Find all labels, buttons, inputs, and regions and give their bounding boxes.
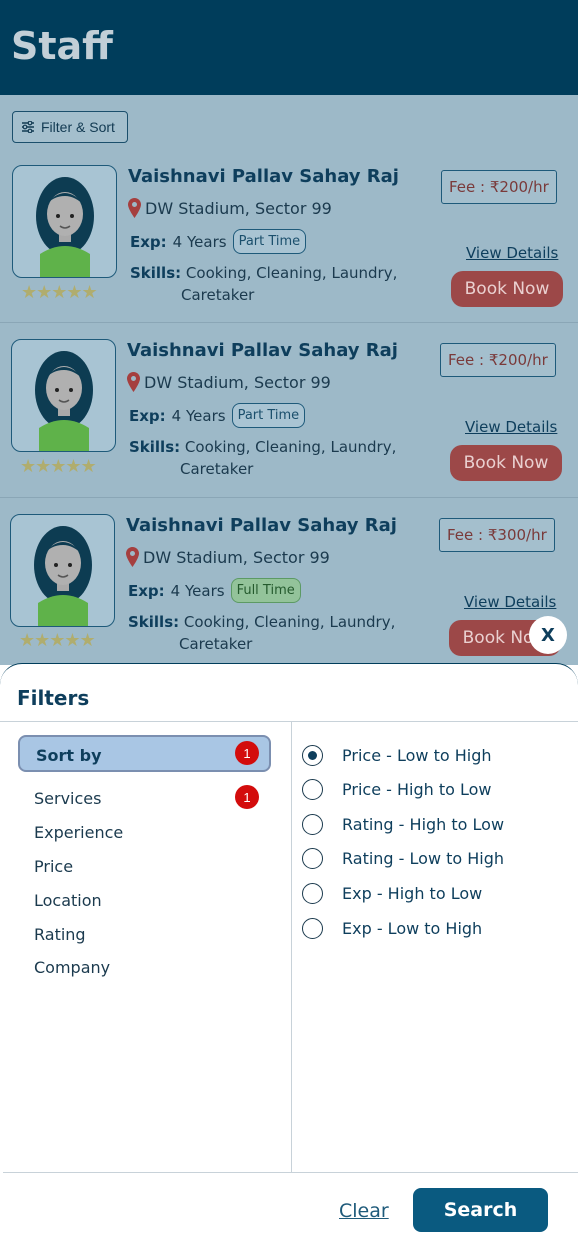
staff-name: Vaishnavi Pallav Sahay Raj [126,515,397,536]
staff-card: ★★★★★ Vaishnavi Pallav Sahay Raj DW Stad… [0,323,578,498]
location-text: DW Stadium, Sector 99 [145,198,332,218]
sliders-icon [22,121,34,133]
staff-card: ★★★★★ Vaishnavi Pallav Sahay Raj DW Stad… [0,498,578,673]
filter-sort-button[interactable]: Filter & Sort [12,111,128,143]
sort-option-label: Exp - High to Low [342,884,483,903]
exp-value: 4 Years [172,232,227,251]
exp-label: Exp: [130,232,167,251]
sort-option-label: Rating - High to Low [342,815,505,834]
fee-box: Fee : ₹200/hr [440,343,556,377]
location-text: DW Stadium, Sector 99 [143,547,330,567]
clear-button[interactable]: Clear [339,1200,389,1222]
count-badge: 1 [235,785,259,809]
filters-title: Filters [17,686,90,710]
rating-stars: ★★★★★ [20,456,97,476]
view-details-link[interactable]: View Details [464,593,556,611]
sort-option-label: Exp - Low to High [342,919,483,938]
radio[interactable] [302,779,323,800]
category-services[interactable]: Services [34,789,101,808]
book-now-button[interactable]: Book Now [451,271,563,307]
view-details-link[interactable]: View Details [466,244,558,262]
fee-box: Fee : ₹200/hr [441,170,557,204]
avatar [12,165,117,278]
map-pin-icon [128,198,141,218]
radio[interactable] [302,814,323,835]
sort-option-label: Rating - Low to High [342,849,505,868]
exp-value: 4 Years [170,581,225,600]
radio[interactable] [302,883,323,904]
avatar [10,514,115,627]
location-text: DW Stadium, Sector 99 [144,372,331,392]
app-header: Staff [0,0,578,95]
exp-value: 4 Years [171,406,226,425]
category-rating[interactable]: Rating [34,925,86,944]
staff-experience: Exp: 4 Years Part Time [129,403,306,428]
sort-option[interactable]: Exp - Low to High [302,918,482,939]
filters-sheet: Filters Sort by 1 Services 1 Experience … [0,663,578,1255]
divider [3,1172,578,1173]
staff-location: DW Stadium, Sector 99 [126,547,330,567]
sort-option[interactable]: Rating - High to Low [302,814,504,835]
map-pin-icon [127,372,140,392]
close-filters-button[interactable]: X [529,616,567,654]
category-price[interactable]: Price [34,857,73,876]
staff-card: ★★★★★ Vaishnavi Pallav Sahay Raj DW Stad… [0,148,578,323]
sort-option-label: Price - High to Low [342,780,492,799]
exp-label: Exp: [128,581,165,600]
staff-location: DW Stadium, Sector 99 [128,198,332,218]
category-experience[interactable]: Experience [34,823,123,842]
sort-option[interactable]: Exp - High to Low [302,883,482,904]
skills-label: Skills: [129,438,181,456]
category-company[interactable]: Company [34,958,110,977]
page-title: Staff [11,24,113,68]
radio-selected[interactable] [302,745,323,766]
skills-label: Skills: [130,264,182,282]
divider [0,721,578,722]
staff-list: Filter & Sort ★★★★★ Vaishnavi Pallav Sah… [0,95,578,665]
skills-text: Cooking, Cleaning, Laundry, [184,438,397,456]
job-type-badge: Part Time [231,403,306,428]
staff-location: DW Stadium, Sector 99 [127,372,331,392]
avatar [11,339,116,452]
radio[interactable] [302,848,323,869]
map-pin-icon [126,547,139,567]
category-location[interactable]: Location [34,891,102,910]
divider [291,722,292,1172]
exp-label: Exp: [129,406,166,425]
sort-option[interactable]: Price - High to Low [302,779,492,800]
staff-skills: Skills: Cooking, Cleaning, Laundry, Care… [130,262,415,306]
sort-option[interactable]: Price - Low to High [302,745,492,766]
skills-text: Cooking, Cleaning, Laundry, [183,613,396,631]
rating-stars: ★★★★★ [19,630,96,650]
fee-box: Fee : ₹300/hr [439,518,555,552]
category-sort-by[interactable]: Sort by 1 [18,735,271,772]
radio[interactable] [302,918,323,939]
category-label: Sort by [36,746,102,765]
skills-text-continued: Caretaker [181,286,255,304]
staff-skills: Skills: Cooking, Cleaning, Laundry, Care… [128,611,413,655]
skills-text-continued: Caretaker [180,460,254,478]
staff-name: Vaishnavi Pallav Sahay Raj [128,166,399,187]
search-button[interactable]: Search [413,1188,548,1232]
staff-experience: Exp: 4 Years Full Time [128,578,301,603]
skills-text-continued: Caretaker [179,635,253,653]
sort-option[interactable]: Rating - Low to High [302,848,504,869]
staff-skills: Skills: Cooking, Cleaning, Laundry, Care… [129,436,414,480]
skills-text: Cooking, Cleaning, Laundry, [185,264,398,282]
job-type-badge: Part Time [232,229,307,254]
view-details-link[interactable]: View Details [465,418,557,436]
filter-sort-label: Filter & Sort [41,119,115,135]
sort-option-label: Price - Low to High [342,746,492,765]
staff-experience: Exp: 4 Years Part Time [130,229,307,254]
book-now-button[interactable]: Book Now [450,445,562,481]
skills-label: Skills: [128,613,180,631]
staff-name: Vaishnavi Pallav Sahay Raj [127,340,398,361]
job-type-badge: Full Time [230,578,301,603]
count-badge: 1 [235,741,259,765]
rating-stars: ★★★★★ [21,282,98,302]
